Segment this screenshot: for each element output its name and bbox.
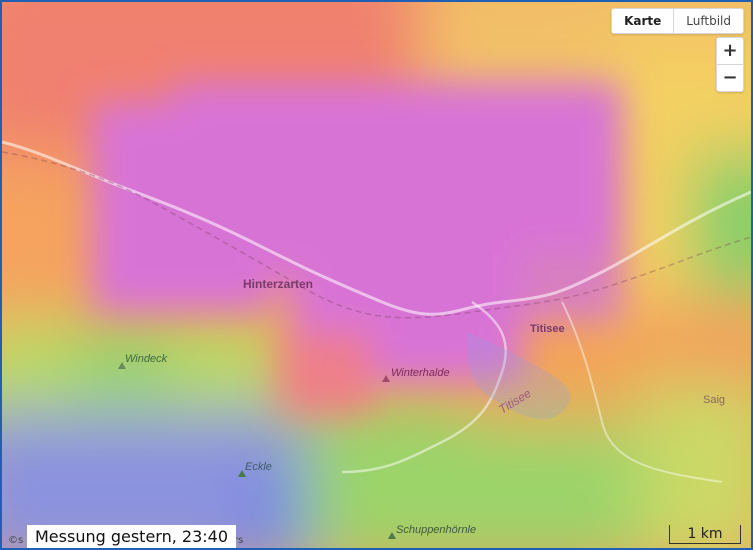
map-type-luftbild-button[interactable]: Luftbild bbox=[674, 9, 743, 33]
peak-label-windeck[interactable]: Windeck bbox=[125, 353, 168, 365]
measurement-timestamp: Messung gestern, 23:40 bbox=[27, 525, 237, 548]
peak-label-winterhalde[interactable]: Winterhalde bbox=[391, 367, 450, 379]
peak-label-schuppenhoernle[interactable]: Schuppenhörnle bbox=[396, 524, 476, 536]
zoom-control: + − bbox=[716, 37, 744, 92]
map-canvas[interactable]: Hinterzarten Titisee Saig Windeck Winter… bbox=[2, 2, 751, 548]
map-type-toggle: Karte Luftbild bbox=[611, 8, 744, 34]
zoom-out-button[interactable]: − bbox=[717, 65, 743, 91]
place-label-hinterzarten[interactable]: Hinterzarten bbox=[243, 277, 313, 291]
map-type-karte-button[interactable]: Karte bbox=[612, 9, 673, 33]
place-label-titisee[interactable]: Titisee bbox=[530, 323, 565, 335]
peak-label-eckle[interactable]: Eckle bbox=[245, 461, 272, 473]
place-label-saig[interactable]: Saig bbox=[703, 394, 725, 406]
zoom-in-button[interactable]: + bbox=[717, 38, 743, 64]
attribution-text: ©s bbox=[8, 535, 24, 546]
map-attribution[interactable]: ©s bbox=[8, 535, 23, 546]
scale-bar: 1 km bbox=[669, 525, 741, 544]
map-frame[interactable]: Hinterzarten Titisee Saig Windeck Winter… bbox=[0, 0, 753, 550]
heatmap-layer bbox=[2, 2, 751, 548]
